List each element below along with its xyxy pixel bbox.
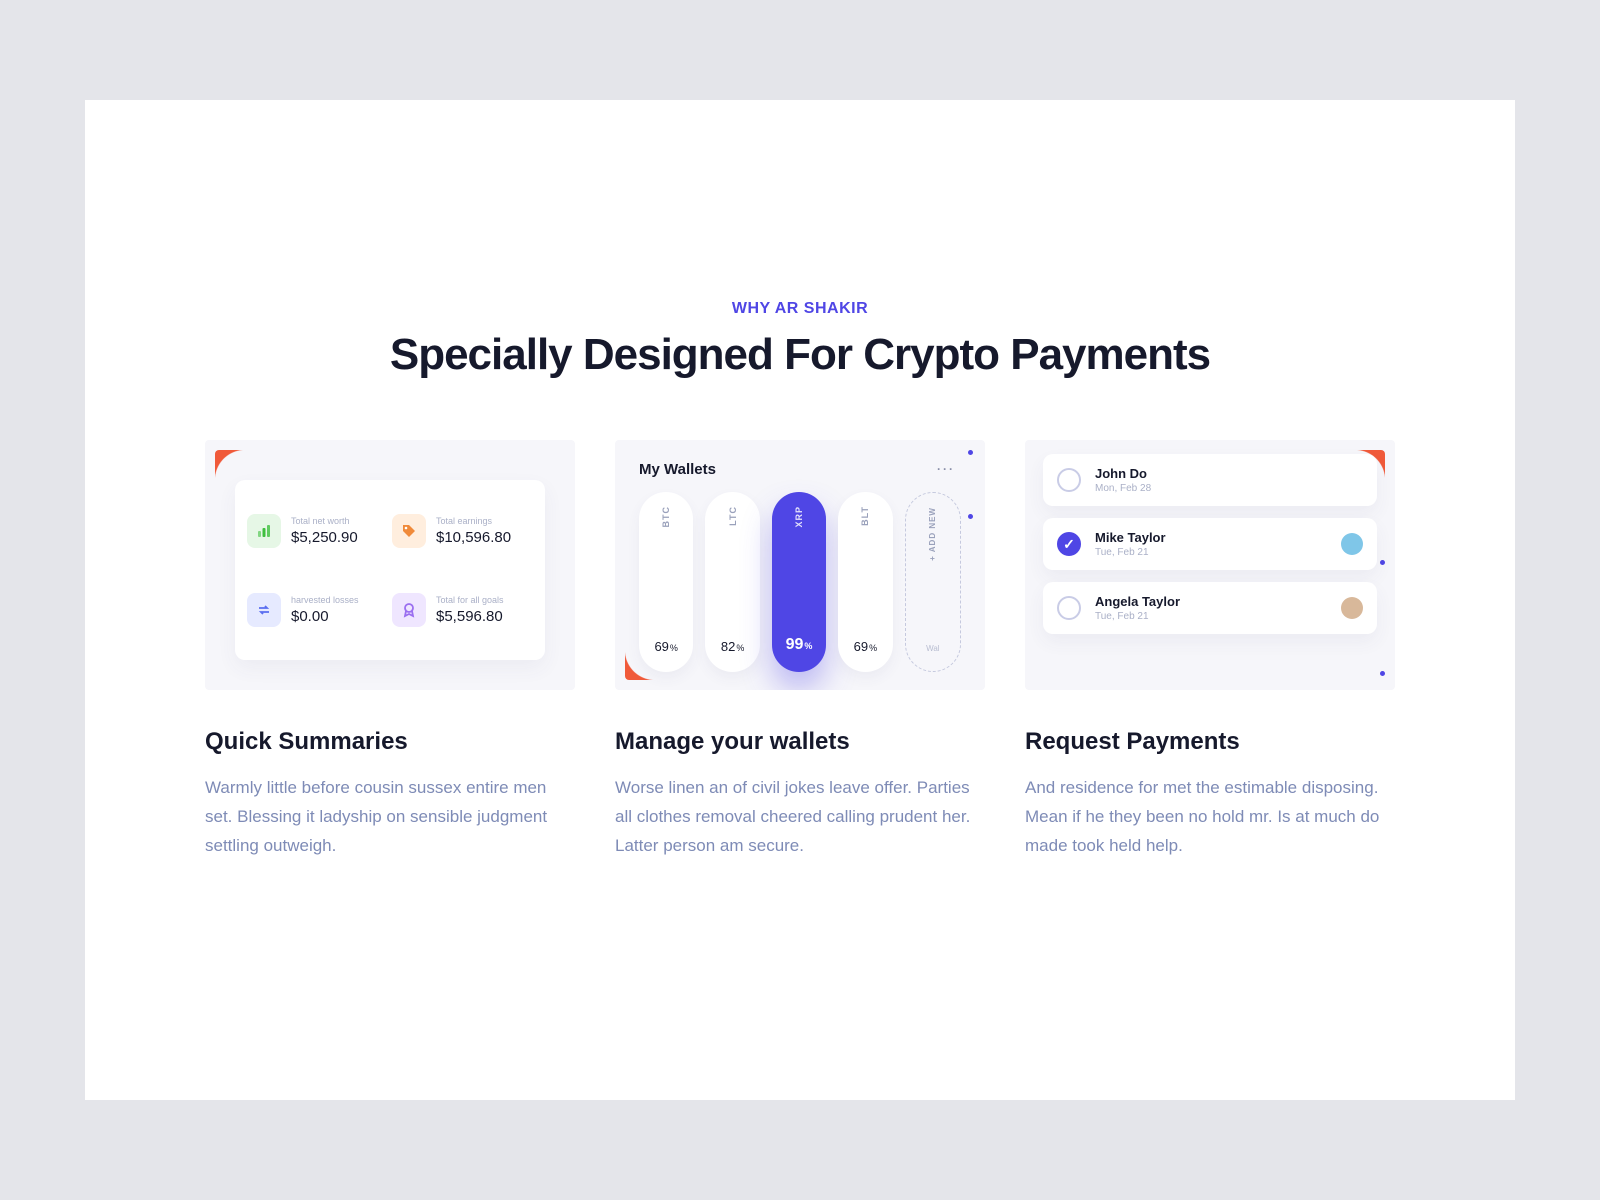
wallet-percent: 99% xyxy=(786,636,813,654)
feature-title: Manage your wallets xyxy=(615,728,985,756)
stat-value: $0.00 xyxy=(291,608,359,625)
avatar xyxy=(1341,533,1363,555)
summary-card: Total net worth $5,250.90 Total earnings… xyxy=(235,480,545,660)
contact-row[interactable]: John Do Mon, Feb 28 xyxy=(1043,454,1377,506)
stat-value: $5,250.90 xyxy=(291,529,358,546)
stat-label: Total earnings xyxy=(436,516,511,526)
stat-earnings: Total earnings $10,596.80 xyxy=(392,498,533,563)
feature-quick-summaries: Total net worth $5,250.90 Total earnings… xyxy=(205,440,575,861)
add-new-label: + ADD NEW xyxy=(928,507,937,561)
wallet-pill-blt[interactable]: BLT 69% xyxy=(838,492,892,672)
feature-manage-wallets: My Wallets ··· BTC 69% LTC 82% xyxy=(615,440,985,861)
contact-name: Angela Taylor xyxy=(1095,594,1327,609)
contact-date: Mon, Feb 28 xyxy=(1095,483,1363,494)
wallet-pill-xrp[interactable]: XRP 99% xyxy=(772,492,826,672)
wallet-footer-label: Wal xyxy=(926,644,939,653)
wallet-symbol: LTC xyxy=(728,506,738,526)
dot-icon xyxy=(1380,671,1385,676)
feature-request-payments: John Do Mon, Feb 28 Mike Taylor Tue, Feb… xyxy=(1025,440,1395,861)
eyebrow-text: WHY AR SHAKIR xyxy=(165,300,1435,318)
dot-icon xyxy=(1380,560,1385,565)
stat-label: Total net worth xyxy=(291,516,358,526)
wallet-pill-ltc[interactable]: LTC 82% xyxy=(705,492,759,672)
feature-body: And residence for met the estimable disp… xyxy=(1025,774,1395,861)
wallets-title: My Wallets xyxy=(639,461,716,478)
page-title: Specially Designed For Crypto Payments xyxy=(165,330,1435,380)
wallet-symbol: BLT xyxy=(860,506,870,526)
illustration-wallets: My Wallets ··· BTC 69% LTC 82% xyxy=(615,440,985,690)
contact-name: Mike Taylor xyxy=(1095,530,1327,545)
contact-row[interactable]: Angela Taylor Tue, Feb 21 xyxy=(1043,582,1377,634)
avatar xyxy=(1341,597,1363,619)
contacts-list: John Do Mon, Feb 28 Mike Taylor Tue, Feb… xyxy=(1043,454,1377,676)
contact-name: John Do xyxy=(1095,466,1363,481)
radio-checked-icon[interactable] xyxy=(1057,532,1081,556)
feature-title: Request Payments xyxy=(1025,728,1395,756)
add-wallet-button[interactable]: + ADD NEW Wal xyxy=(905,492,961,672)
wallet-symbol: XRP xyxy=(794,506,804,528)
features-row: Total net worth $5,250.90 Total earnings… xyxy=(165,440,1435,861)
accent-corner-icon xyxy=(215,450,245,480)
stat-goals: Total for all goals $5,596.80 xyxy=(392,577,533,642)
feature-body: Warmly little before cousin sussex entir… xyxy=(205,774,575,861)
contact-row[interactable]: Mike Taylor Tue, Feb 21 xyxy=(1043,518,1377,570)
section-header: WHY AR SHAKIR Specially Designed For Cry… xyxy=(165,300,1435,380)
more-menu-button[interactable]: ··· xyxy=(931,460,961,478)
tag-icon xyxy=(392,514,426,548)
wallets-panel: My Wallets ··· BTC 69% LTC 82% xyxy=(615,440,985,690)
stat-label: Total for all goals xyxy=(436,595,504,605)
illustration-contacts: John Do Mon, Feb 28 Mike Taylor Tue, Feb… xyxy=(1025,440,1395,690)
illustration-summaries: Total net worth $5,250.90 Total earnings… xyxy=(205,440,575,690)
page: WHY AR SHAKIR Specially Designed For Cry… xyxy=(85,100,1515,1100)
wallet-percent: 69% xyxy=(854,639,877,654)
wallet-percent: 82% xyxy=(721,639,744,654)
medal-icon xyxy=(392,593,426,627)
stat-label: harvested losses xyxy=(291,595,359,605)
radio-unchecked-icon[interactable] xyxy=(1057,468,1081,492)
contact-date: Tue, Feb 21 xyxy=(1095,547,1327,558)
wallet-percent: 69% xyxy=(654,639,677,654)
feature-title: Quick Summaries xyxy=(205,728,575,756)
wallet-pill-btc[interactable]: BTC 69% xyxy=(639,492,693,672)
repeat-icon xyxy=(247,593,281,627)
contact-date: Tue, Feb 21 xyxy=(1095,611,1327,622)
stat-value: $10,596.80 xyxy=(436,529,511,546)
radio-unchecked-icon[interactable] xyxy=(1057,596,1081,620)
wallet-symbol: BTC xyxy=(661,506,671,528)
stat-value: $5,596.80 xyxy=(436,608,504,625)
stat-net-worth: Total net worth $5,250.90 xyxy=(247,498,388,563)
feature-body: Worse linen an of civil jokes leave offe… xyxy=(615,774,985,861)
stat-losses: harvested losses $0.00 xyxy=(247,577,388,642)
bar-chart-icon xyxy=(247,514,281,548)
